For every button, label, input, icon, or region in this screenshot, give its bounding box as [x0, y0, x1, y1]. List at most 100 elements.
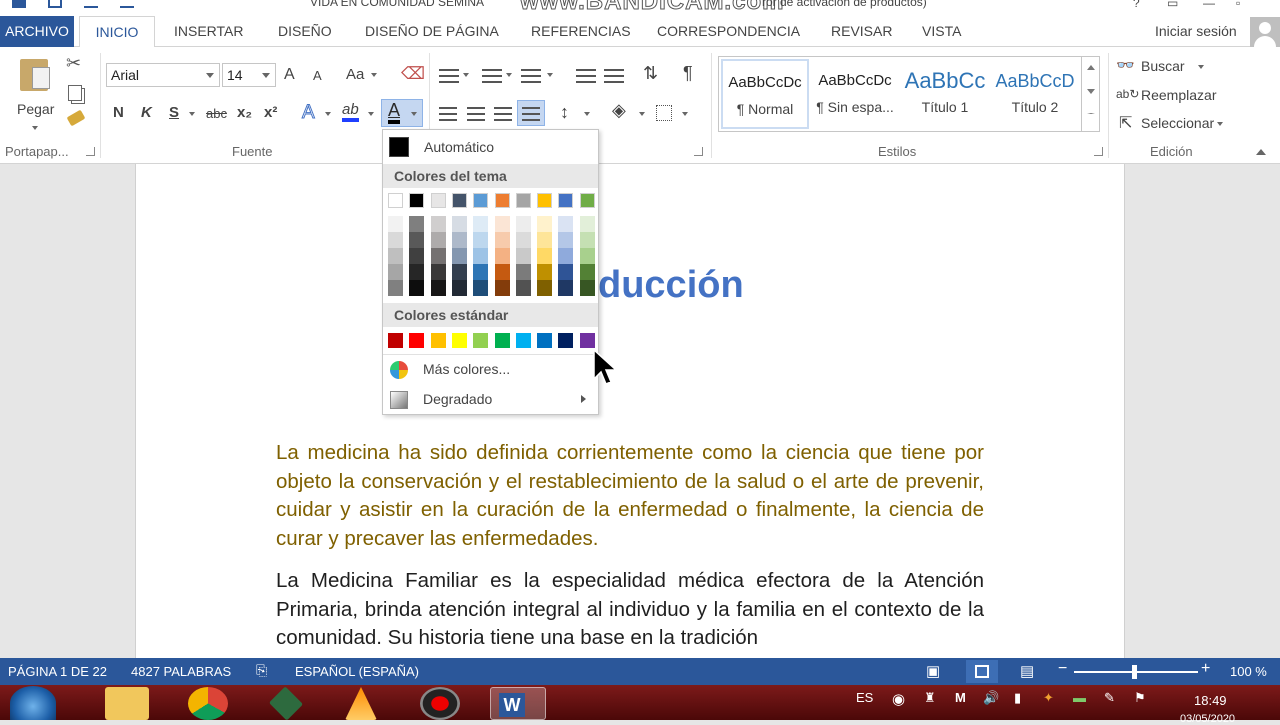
tray-icon[interactable]: ▬	[1073, 690, 1086, 705]
chevron-up-icon[interactable]	[1087, 65, 1095, 70]
line-spacing-icon[interactable]: ↕	[560, 102, 569, 123]
shading-icon[interactable]: ◈	[612, 100, 626, 121]
minimize-icon[interactable]: —	[1203, 0, 1215, 10]
style-sin-espaciado[interactable]: AaBbCcDc ¶ Sin espa...	[811, 59, 899, 129]
start-button-icon[interactable]	[10, 686, 56, 720]
theme-color-swatch[interactable]	[388, 193, 403, 208]
align-right-icon[interactable]	[494, 107, 512, 121]
numbering-button[interactable]	[482, 67, 502, 83]
tab-archivo[interactable]: ARCHIVO	[0, 16, 74, 47]
network-icon[interactable]: ▮	[1014, 690, 1021, 706]
underline-button[interactable]: S	[169, 104, 179, 121]
language-status[interactable]: ESPAÑOL (ESPAÑA)	[295, 664, 419, 679]
theme-shade-swatch[interactable]	[537, 232, 553, 248]
strikethrough-button[interactable]: abc	[206, 106, 227, 121]
theme-shade-swatch[interactable]	[515, 264, 531, 280]
tray-icon[interactable]: ♜	[924, 690, 936, 706]
superscript-button[interactable]: x²	[264, 104, 277, 121]
theme-shade-swatch[interactable]	[473, 232, 489, 248]
theme-shade-swatch[interactable]	[388, 280, 403, 296]
clock-date[interactable]: 03/05/2020	[1180, 713, 1235, 725]
theme-shade-swatch[interactable]	[494, 280, 510, 296]
standard-color-swatch[interactable]	[451, 333, 467, 348]
justify-button[interactable]	[517, 100, 545, 126]
theme-color-swatch[interactable]	[451, 193, 467, 208]
tab-revisar[interactable]: REVISAR	[823, 16, 900, 47]
standard-color-swatch[interactable]	[473, 333, 489, 348]
paragraph-launcher-icon[interactable]	[694, 147, 703, 156]
vlc-icon[interactable]	[345, 687, 377, 720]
sort-icon[interactable]: ⇅	[643, 63, 658, 84]
theme-shade-swatch[interactable]	[451, 232, 467, 248]
bullets-button[interactable]	[439, 67, 459, 83]
font-name-combo[interactable]: Arial	[106, 63, 220, 87]
redo-icon[interactable]	[120, 0, 134, 8]
maximize-icon[interactable]: ▫	[1236, 0, 1240, 10]
theme-shade-swatch[interactable]	[388, 216, 403, 232]
theme-shade-swatch[interactable]	[579, 264, 595, 280]
style-titulo-2[interactable]: AaBbCcD Título 2	[991, 59, 1079, 129]
theme-shade-swatch[interactable]	[473, 216, 489, 232]
theme-shade-swatch[interactable]	[430, 232, 446, 248]
theme-shade-swatch[interactable]	[451, 264, 467, 280]
gradient-option[interactable]: Degradado	[383, 385, 598, 413]
styles-scroll[interactable]	[1081, 57, 1099, 131]
theme-shade-swatch[interactable]	[388, 248, 403, 264]
chrome-icon[interactable]	[188, 687, 228, 720]
tab-inicio[interactable]: INICIO	[79, 16, 155, 48]
more-styles-icon[interactable]	[1087, 113, 1095, 119]
standard-color-swatch[interactable]	[558, 333, 574, 348]
theme-shade-swatch[interactable]	[579, 216, 595, 232]
theme-shade-swatch[interactable]	[451, 216, 467, 232]
select-button[interactable]: ⇱ Seleccionar	[1116, 113, 1228, 135]
record-icon[interactable]: ◉	[892, 690, 905, 708]
standard-color-swatch[interactable]	[409, 333, 425, 348]
theme-shade-swatch[interactable]	[494, 232, 510, 248]
chevron-down-icon[interactable]	[1087, 89, 1095, 94]
theme-color-swatch[interactable]	[515, 193, 531, 208]
input-language[interactable]: ES	[856, 690, 873, 705]
styles-launcher-icon[interactable]	[1094, 147, 1103, 156]
tray-icon[interactable]: M	[955, 690, 966, 705]
theme-color-swatch[interactable]	[473, 193, 489, 208]
user-avatar-icon[interactable]	[1250, 17, 1280, 47]
italic-button[interactable]: K	[141, 104, 152, 121]
clock-time[interactable]: 18:49	[1194, 693, 1227, 708]
theme-shade-swatch[interactable]	[537, 248, 553, 264]
standard-color-swatch[interactable]	[494, 333, 510, 348]
theme-shade-swatch[interactable]	[558, 264, 574, 280]
align-left-icon[interactable]	[439, 107, 457, 121]
tab-diseno[interactable]: DISEÑO	[270, 16, 340, 47]
theme-shade-swatch[interactable]	[494, 248, 510, 264]
zoom-slider-thumb[interactable]	[1132, 665, 1137, 679]
word-taskbar-button[interactable]: W	[490, 687, 546, 720]
theme-shade-swatch[interactable]	[558, 232, 574, 248]
font-color-button[interactable]: A	[381, 99, 423, 127]
tab-correspondencia[interactable]: CORRESPONDENCIA	[649, 16, 808, 47]
paste-button[interactable]: Pegar	[12, 55, 60, 137]
theme-shade-swatch[interactable]	[388, 232, 403, 248]
theme-shade-swatch[interactable]	[430, 280, 446, 296]
theme-color-swatch[interactable]	[558, 193, 574, 208]
copy-icon[interactable]	[68, 85, 82, 101]
standard-color-swatch[interactable]	[579, 333, 595, 348]
theme-shade-swatch[interactable]	[494, 264, 510, 280]
theme-shade-swatch[interactable]	[473, 264, 489, 280]
theme-shade-swatch[interactable]	[537, 280, 553, 296]
ribbon-display-icon[interactable]: ▭	[1167, 0, 1178, 10]
theme-shade-swatch[interactable]	[515, 248, 531, 264]
tab-referencias[interactable]: REFERENCIAS	[523, 16, 639, 47]
theme-shade-swatch[interactable]	[515, 280, 531, 296]
theme-shade-swatch[interactable]	[579, 248, 595, 264]
bold-button[interactable]: N	[113, 104, 124, 121]
theme-shade-swatch[interactable]	[515, 232, 531, 248]
theme-shade-swatch[interactable]	[537, 216, 553, 232]
theme-color-swatch[interactable]	[494, 193, 510, 208]
style-titulo-1[interactable]: AaBbCc Título 1	[901, 59, 989, 129]
theme-shade-swatch[interactable]	[409, 216, 425, 232]
bandicam-icon[interactable]	[420, 687, 460, 720]
tab-diseno-pagina[interactable]: DISEÑO DE PÁGINA	[357, 16, 507, 47]
read-mode-icon[interactable]: ▣	[926, 662, 940, 680]
theme-shade-swatch[interactable]	[494, 216, 510, 232]
zoom-out-button[interactable]: −	[1058, 660, 1067, 678]
